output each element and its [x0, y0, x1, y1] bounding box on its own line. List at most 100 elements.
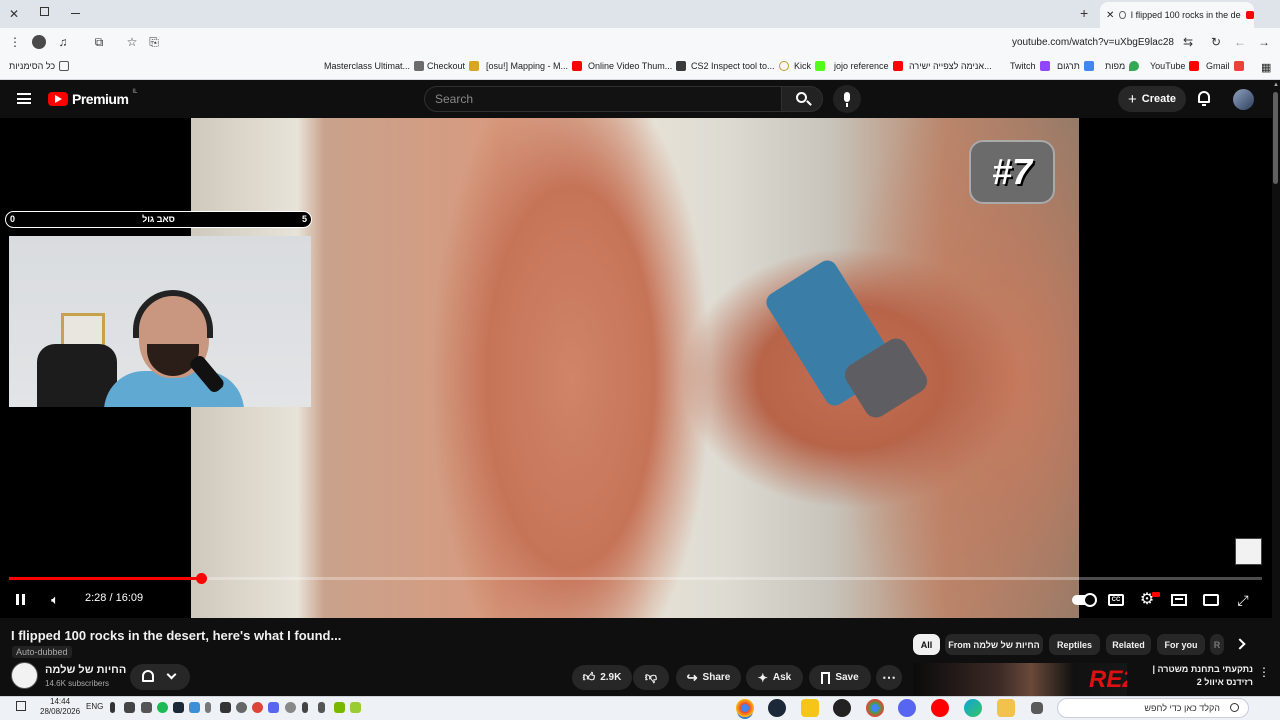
mic-tray-icon[interactable] [110, 702, 115, 713]
channel-name[interactable]: החיות של שלמה [45, 664, 126, 676]
chip-all[interactable]: All [913, 634, 940, 655]
ask-button[interactable]: ✦ Ask [746, 665, 803, 690]
system-clock[interactable]: 14:44 28/08/2026 [40, 697, 80, 717]
chrome-tray-icon[interactable] [252, 702, 263, 713]
reload-icon[interactable]: ↻ [1209, 35, 1223, 49]
bookmark-osu[interactable]: [osu!] Mapping - M... [486, 61, 583, 71]
subscribed-bell-button[interactable] [130, 664, 190, 690]
youtube-logo[interactable]: Premium IL [48, 89, 137, 107]
steam-taskbar-icon[interactable] [768, 699, 786, 717]
media-controls-icon[interactable]: ♫ [56, 35, 70, 49]
file-explorer-taskbar-icon[interactable] [997, 699, 1015, 717]
nvidia-tray-icon[interactable] [334, 702, 345, 713]
edge-taskbar-icon[interactable] [964, 699, 982, 717]
bookmark-star-icon[interactable]: ☆ [125, 35, 139, 49]
save-button[interactable]: Save [809, 665, 871, 690]
taskbar-search-input[interactable]: הקלד כאן כדי לחפש [1057, 698, 1249, 718]
pause-icon[interactable] [12, 592, 30, 608]
channel-avatar[interactable] [11, 662, 38, 689]
discord-taskbar-icon[interactable] [898, 699, 916, 717]
bookmark-translate[interactable]: תרגום [1057, 61, 1094, 71]
minimize-window-icon[interactable] [71, 13, 80, 14]
youtube-music-taskbar-icon[interactable] [931, 699, 949, 717]
chip-reptiles[interactable]: Reptiles [1049, 634, 1100, 655]
steam-tray-icon[interactable] [173, 702, 184, 713]
bookmark-masterclass[interactable]: Masterclass Ultimat... [324, 61, 425, 71]
recommendation-thumbnail[interactable]: RE2 [914, 663, 1127, 698]
create-button[interactable]: + Create [1118, 86, 1186, 112]
battery-tray-icon[interactable] [205, 702, 211, 713]
like-button[interactable]: 👍︎ 2.9K [572, 665, 632, 690]
account-avatar[interactable] [1233, 89, 1254, 110]
new-tab-icon[interactable]: + [1080, 5, 1088, 21]
bookmark-kick[interactable]: Kick [794, 61, 826, 71]
fullscreen-icon[interactable]: ⤢ [1234, 592, 1252, 608]
extensions-icon[interactable]: ⧉ [92, 35, 106, 49]
recommendation-title[interactable]: נתקעתי בתחנת משטרה | רזידנס איוול 2 [1133, 663, 1253, 689]
screenshot-icon[interactable]: ⎘ [147, 35, 161, 49]
close-window-icon[interactable]: ✕ [9, 7, 19, 21]
chip-from-channel[interactable]: From החיות של שלמה [945, 634, 1043, 655]
bookmark-all[interactable]: כל הסימניות [9, 61, 70, 71]
chrome-alt-taskbar-icon[interactable] [866, 699, 884, 717]
app-tray-icon[interactable] [189, 702, 200, 713]
speaker-tray-icon[interactable] [124, 702, 135, 713]
notification-center-icon[interactable] [16, 701, 26, 711]
profile-icon[interactable] [32, 35, 46, 49]
bookmark-youtube[interactable]: YouTube [1150, 61, 1200, 71]
language-indicator[interactable]: ENG [86, 702, 103, 711]
app-green-tray-icon[interactable] [350, 702, 361, 713]
close-tab-icon[interactable]: ✕ [1106, 10, 1114, 21]
video-frame[interactable]: #7 [191, 118, 1079, 618]
autoplay-toggle[interactable] [1072, 592, 1097, 608]
cast-icon[interactable] [1202, 592, 1220, 608]
bookmark-jojo[interactable]: jojo reference [834, 61, 903, 71]
usb-tray-icon[interactable] [302, 702, 308, 713]
bookmark-checkout[interactable]: Checkout [427, 61, 480, 71]
bookmark-thumbnail[interactable]: Online Video Thum... [588, 61, 687, 71]
bookmark-cs2[interactable]: CS2 Inspect tool to... [691, 61, 789, 71]
miniplayer-icon[interactable] [1170, 592, 1188, 608]
hamburger-menu-icon[interactable] [17, 93, 31, 104]
spotify-tray-icon[interactable] [157, 702, 168, 713]
task-view-taskbar-icon[interactable] [1031, 702, 1043, 714]
grid-tray-icon[interactable] [220, 702, 231, 713]
bookmark-twitch[interactable]: Twitch [1010, 61, 1050, 71]
discord-tray-icon[interactable] [268, 702, 279, 713]
bookmark-gmail[interactable]: Gmail [1206, 61, 1244, 71]
tab-active-youtube[interactable]: ✕ I flipped 100 rocks in the de [1100, 2, 1254, 28]
network-tray-icon[interactable] [141, 702, 152, 713]
search-button[interactable] [781, 86, 823, 112]
browser-menu-icon[interactable]: ⋮ [8, 35, 22, 49]
power-tray-icon[interactable] [236, 702, 247, 713]
chrome-taskbar-icon[interactable] [736, 699, 754, 717]
forward-icon[interactable]: → [1257, 35, 1271, 49]
chip-related[interactable]: Related [1106, 634, 1151, 655]
volume-icon[interactable]: 🔈︎ [46, 592, 64, 608]
recommendation-more-icon[interactable]: ⋮ [1258, 665, 1270, 679]
phone-tray-icon[interactable] [318, 702, 325, 713]
scroll-up-icon[interactable]: ▲ [1273, 82, 1279, 88]
osu-app-taskbar-icon[interactable] [801, 699, 819, 717]
video-player[interactable]: #7 0 סאב גול 5 🔈︎ 2:28 / 16:09 CC ⚙ ⤢ [0, 118, 1272, 618]
record-taskbar-icon[interactable] [833, 699, 851, 717]
bookmark-anime[interactable]: אנימה לצפייה ישירה... [909, 61, 992, 71]
chip-for-you[interactable]: For you [1157, 634, 1205, 655]
address-bar[interactable]: youtube.com/watch?v=uXbgE9lac28 [940, 37, 1174, 48]
apps-grid-icon[interactable]: ▦ [1261, 61, 1271, 74]
captions-icon[interactable]: CC [1107, 592, 1125, 608]
progress-scrubber[interactable] [195, 573, 207, 584]
drop-tray-icon[interactable] [285, 702, 296, 713]
scrollbar-thumb[interactable] [1273, 92, 1278, 184]
chevron-right-icon[interactable] [1234, 638, 1246, 650]
notifications-bell-icon[interactable] [1197, 91, 1211, 106]
search-input[interactable]: Search [424, 86, 782, 112]
back-icon[interactable]: ← [1233, 35, 1247, 49]
restore-window-icon[interactable] [40, 7, 49, 16]
chip-partial[interactable]: R [1210, 634, 1224, 655]
site-settings-icon[interactable]: ⇆ [1181, 35, 1195, 49]
more-actions-button[interactable]: ⋯ [876, 665, 902, 690]
voice-search-button[interactable] [833, 85, 861, 113]
progress-bar[interactable] [9, 573, 1262, 584]
channel-watermark[interactable] [1235, 538, 1262, 565]
